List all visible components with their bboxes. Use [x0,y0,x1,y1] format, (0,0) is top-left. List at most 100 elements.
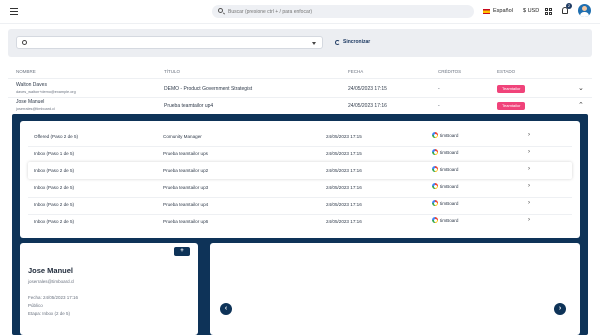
chevron-down-icon[interactable]: ⌄ [578,84,584,92]
global-search[interactable] [212,5,474,18]
top-bar: Español $ USD 2 [0,0,600,24]
application-title: Prueba teamtailor up3 [163,185,209,190]
google-icon [432,132,438,138]
application-source: timBoard [432,200,458,206]
document-viewer: ‹ › [210,243,580,335]
google-icon [432,149,438,155]
application-stage: Inbox (Paso 1 de 5) [34,151,75,156]
application-title: Comunity Manager [163,134,202,139]
header-credits: CRÉDITOS [438,69,462,74]
source-label: timBoard [440,166,459,172]
google-icon [432,200,438,206]
application-stage: Inbox (Paso 2 de 5) [34,219,75,224]
filter-bar: Sincronizar [8,29,592,57]
application-stage: Inbox (Paso 2 de 5) [34,185,75,190]
global-search-input[interactable] [228,7,458,16]
previous-button[interactable]: ‹ [220,303,232,315]
application-row[interactable]: Inbox (Paso 2 de 5) Prueba teamtailor up… [28,196,572,213]
application-title: Prueba teamtailor up4 [163,202,209,207]
search-icon [22,40,27,45]
language-selector[interactable]: Español [483,8,513,14]
status-badge: Teamtailor [497,85,526,93]
application-stage: Offered (Paso 2 de 5) [34,134,79,139]
google-icon [432,183,438,189]
application-date: 24/05/2023 17:16 [326,185,362,190]
application-source: timBoard [432,183,458,189]
application-title: Prueba teamtailor ups [163,151,208,156]
chevron-up-icon[interactable]: ⌃ [578,101,584,109]
search-icon [218,8,223,13]
sync-button[interactable]: Sincronizar [335,39,370,45]
source-label: timBoard [440,200,459,206]
application-stage: Inbox (Paso 2 de 5) [34,202,75,207]
source-label: timBoard [440,183,459,189]
application-date: 24/05/2023 17:15 [326,151,362,156]
header-name: NOMBRE [16,69,36,74]
application-row[interactable]: Inbox (Paso 2 de 5) Prueba teamtailor up… [28,162,572,179]
application-stage: Inbox (Paso 2 de 5) [34,168,75,173]
application-source: timBoard [432,132,458,138]
candidate-name: Walton Daves [16,82,47,88]
candidate-name: Jose Manuel [16,99,45,105]
candidate-email: daves_walton+demo@example.org [16,90,76,94]
application-date: 24/05/2023 17:16 [326,202,362,207]
job-title: DEMO - Product Government Strategist [164,86,253,92]
credits: - [438,103,440,109]
chevron-right-icon[interactable]: › [528,132,530,138]
application-date: 24/05/2023 17:16 [326,219,362,224]
application-source: timBoard [432,149,458,155]
chevron-right-icon[interactable]: › [528,217,530,223]
candidate-email: joserrales@timboard.cl [16,107,55,111]
notification-badge: 2 [566,3,572,9]
date: 24/05/2023 17:15 [348,86,387,92]
candidate-card-date: Fecha: 24/05/2023 17:16 [28,295,79,300]
apps-grid-icon[interactable] [545,8,552,15]
application-row[interactable]: Inbox (Paso 1 de 5) Prueba teamtailor up… [28,145,572,162]
header-date: FECHA [348,69,364,74]
source-label: timBoard [440,132,459,138]
application-row[interactable]: Inbox (Paso 2 de 5) Prueba teamtailor up… [28,179,572,196]
sync-label: Sincronizar [343,39,371,45]
chevron-right-icon[interactable]: › [528,166,530,172]
application-title: Prueba teamtailor up2 [163,168,209,173]
divider [8,97,592,98]
add-button[interactable]: + [174,247,190,256]
chevron-right-icon[interactable]: › [528,149,530,155]
status-badge: Teamtailor [497,102,526,110]
user-avatar[interactable] [578,4,591,17]
google-icon [432,166,438,172]
application-source: timBoard [432,217,458,223]
candidate-card-name: Jose Manuel [28,266,74,275]
application-row[interactable]: Inbox (Paso 2 de 5) Prueba teamtailor up… [28,213,572,230]
job-filter-select[interactable] [16,36,323,49]
refresh-icon [335,39,340,45]
spain-flag-icon [483,8,490,14]
application-row[interactable]: Offered (Paso 2 de 5) Comunity Manager 2… [28,128,572,145]
google-icon [432,217,438,223]
hamburger-menu-icon[interactable] [10,8,18,15]
applications-table: Offered (Paso 2 de 5) Comunity Manager 2… [20,121,580,238]
candidate-card-visibility: Público [28,303,43,308]
source-label: timBoard [440,149,459,155]
application-title: Prueba teamtailor up6 [163,219,209,224]
currency-selector[interactable]: $ USD [523,8,539,14]
divider [8,78,592,79]
chevron-right-icon[interactable]: › [528,200,530,206]
application-date: 24/05/2023 17:15 [326,134,362,139]
source-label: timBoard [440,217,459,223]
candidate-card-email: joserrales@timboard.cl [28,279,75,284]
header-status: ESTADO [497,69,516,74]
chevron-down-icon [312,42,316,45]
expanded-candidate-panel: Offered (Paso 2 de 5) Comunity Manager 2… [12,114,588,335]
header-title: TÍTULO [164,69,181,74]
job-title: Prueba teamtailor up4 [164,103,214,109]
table-header: NOMBRE TÍTULO FECHA CRÉDITOS ESTADO [0,69,600,75]
next-button[interactable]: › [554,303,566,315]
chevron-right-icon[interactable]: › [528,183,530,189]
candidate-card-stage: Etapa: Inbox (2 de 5) [28,311,71,316]
application-date: 24/05/2023 17:16 [326,168,362,173]
credits: - [438,86,440,92]
date: 24/05/2023 17:16 [348,103,387,109]
application-source: timBoard [432,166,458,172]
candidate-card: + Jose Manuel joserrales@timboard.cl Fec… [20,243,198,335]
